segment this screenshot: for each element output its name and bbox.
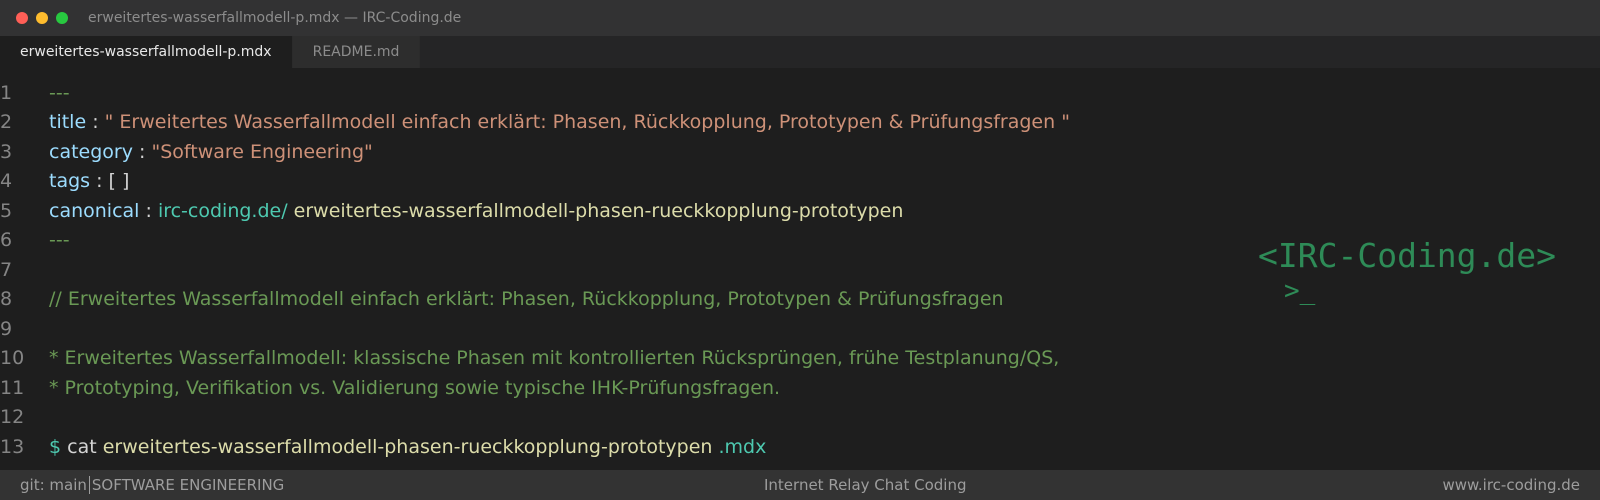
code-line: 4 tags : [ ] — [0, 166, 1600, 196]
line-number: 9 — [0, 318, 13, 340]
line-number: 10 — [0, 347, 25, 369]
window-title: erweitertes-wasserfallmodell-p.mdx — IRC… — [88, 10, 462, 26]
status-website-link[interactable]: www.irc-coding.de — [1442, 476, 1580, 494]
code-line: 1 --- — [0, 78, 1600, 108]
status-divider — [88, 476, 90, 494]
line-number: 1 — [0, 82, 13, 104]
frontmatter-delimiter: --- — [49, 229, 70, 251]
maximize-button[interactable] — [56, 12, 68, 24]
editor-window: erweitertes-wasserfallmodell-p.mdx — IRC… — [0, 0, 1600, 500]
frontmatter-value: "Software Engineering" — [151, 141, 373, 163]
status-bar: git: main SOFTWARE ENGINEERING Internet … — [0, 470, 1600, 500]
line-number: 2 — [0, 111, 13, 133]
shell-prompt: $ — [49, 436, 62, 458]
frontmatter-key: category — [49, 141, 133, 163]
code-line: 2 title : " Erweitertes Wasserfallmodell… — [0, 107, 1600, 137]
code-line: 9 — [0, 314, 1600, 344]
git-branch[interactable]: git: main — [20, 476, 87, 494]
canonical-domain: irc-coding.de/ — [157, 200, 288, 222]
code-line: 11 * Prototyping, Verifikation vs. Valid… — [0, 373, 1600, 403]
status-category: SOFTWARE ENGINEERING — [91, 476, 285, 494]
line-number: 3 — [0, 141, 13, 163]
line-number: 4 — [0, 170, 13, 192]
tab-bar: erweitertes-wasserfallmodell-p.mdx READM… — [0, 36, 1600, 68]
frontmatter-separator: : — [90, 170, 109, 192]
line-number: 6 — [0, 229, 13, 251]
frontmatter-key: tags — [49, 170, 91, 192]
code-line: 5 canonical : irc-coding.de/ erweitertes… — [0, 196, 1600, 226]
minimize-button[interactable] — [36, 12, 48, 24]
frontmatter-delimiter: --- — [49, 82, 70, 104]
line-number: 11 — [0, 377, 25, 399]
code-line: 3 category : "Software Engineering" — [0, 137, 1600, 167]
terminal-cursor-icon: >_ — [1284, 276, 1316, 306]
shell-command: cat — [61, 436, 103, 458]
line-number: 7 — [0, 259, 13, 281]
line-number: 13 — [0, 436, 25, 458]
irc-coding-logo: <IRC-Coding.de> — [1258, 236, 1557, 275]
status-center-text: Internet Relay Chat Coding — [764, 476, 967, 494]
frontmatter-value: " Erweitertes Wasserfallmodell einfach e… — [104, 111, 1070, 133]
frontmatter-key: canonical — [49, 200, 140, 222]
canonical-path: erweitertes-wasserfallmodell-phasen-ruec… — [287, 200, 904, 222]
frontmatter-value: [ ] — [108, 170, 130, 192]
code-line: 10 * Erweitertes Wasserfallmodell: klass… — [0, 343, 1600, 373]
shell-file-extension: .mdx — [712, 436, 767, 458]
code-line: 8 // Erweitertes Wasserfallmodell einfac… — [0, 284, 1600, 314]
code-line: 12 — [0, 402, 1600, 432]
frontmatter-separator: : — [132, 141, 152, 163]
line-number: 12 — [0, 406, 25, 428]
code-comment: // Erweitertes Wasserfallmodell einfach … — [49, 288, 1004, 310]
window-controls — [16, 12, 68, 24]
line-number: 8 — [0, 288, 13, 310]
frontmatter-separator: : — [86, 111, 105, 133]
code-comment: * Erweitertes Wasserfallmodell: klassisc… — [49, 347, 1060, 369]
shell-filename: erweitertes-wasserfallmodell-phasen-ruec… — [102, 436, 713, 458]
frontmatter-separator: : — [139, 200, 158, 222]
line-number: 5 — [0, 200, 13, 222]
tab-readme[interactable]: README.md — [292, 36, 421, 68]
close-button[interactable] — [16, 12, 28, 24]
tab-erweitertes-wasserfallmodell[interactable]: erweitertes-wasserfallmodell-p.mdx — [0, 36, 293, 68]
code-comment: * Prototyping, Verifikation vs. Validier… — [49, 377, 781, 399]
code-line: 13 $ cat erweitertes-wasserfallmodell-ph… — [0, 432, 1600, 462]
frontmatter-key: title — [49, 111, 87, 133]
title-bar: erweitertes-wasserfallmodell-p.mdx — IRC… — [0, 0, 1600, 36]
